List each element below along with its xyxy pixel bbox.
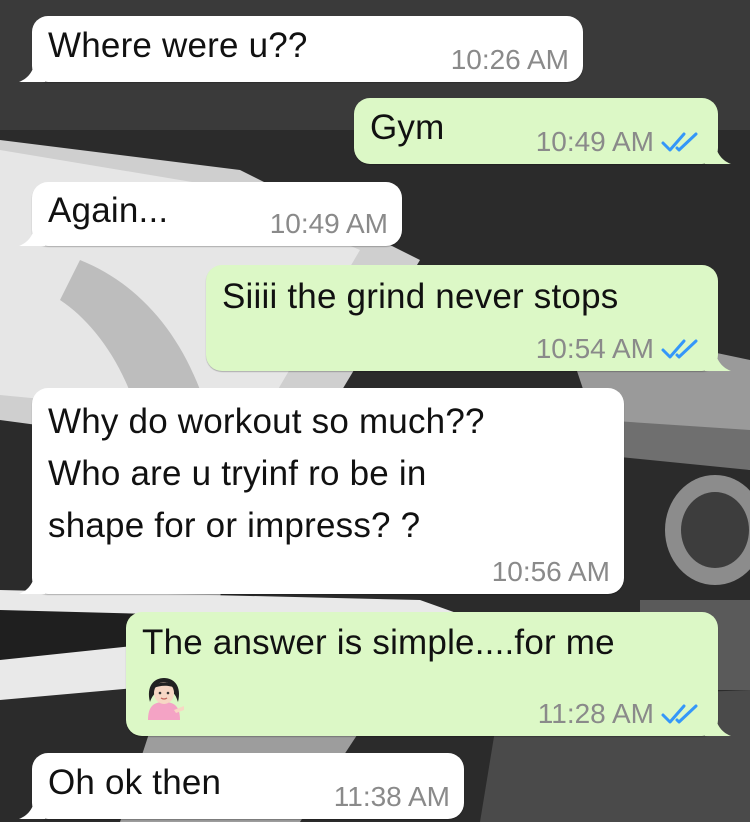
message-text: The answer is simple....for me (142, 623, 615, 662)
message-line: Why do workout so much?? (48, 402, 485, 441)
message-text: Siiii the grind never stops (222, 277, 619, 316)
message-time: 10:49 AM (269, 208, 388, 239)
message-time: 10:54 AM (535, 333, 654, 364)
bubble-tail (705, 345, 731, 371)
woman-tipping-hand-emoji (148, 678, 184, 720)
bubble-tail (19, 568, 45, 594)
bubble-tail (19, 56, 45, 82)
double-check-icon (661, 339, 698, 359)
message-incoming[interactable]: Where were u?? 10:26 AM (19, 16, 583, 82)
message-meta: 10:56 AM (492, 557, 610, 587)
double-check-icon (661, 132, 698, 152)
message-outgoing[interactable]: Siiii the grind never stops 10:54 AM (206, 265, 731, 371)
message-text: Where were u?? (48, 26, 308, 65)
message-line: shape for or impress? ? (48, 506, 421, 545)
message-time: 11:38 AM (333, 781, 450, 812)
message-outgoing[interactable]: The answer is simple....for me 11:28 AM (126, 612, 731, 736)
bubble-tail (19, 793, 45, 819)
bubble-tail (19, 220, 45, 246)
chat-view: Where were u?? 10:26 AM Gym 10:49 AM Aga… (0, 0, 750, 822)
message-time: 10:26 AM (450, 44, 569, 75)
message-incoming[interactable]: Oh ok then 11:38 AM (19, 753, 464, 819)
message-outgoing[interactable]: Gym 10:49 AM (354, 98, 731, 164)
message-meta: 10:49 AM (536, 127, 704, 157)
message-time: 10:56 AM (491, 556, 610, 587)
message-incoming[interactable]: Again... 10:49 AM (19, 182, 402, 246)
message-line: Who are u tryinf ro be in (48, 454, 427, 493)
message-text: Oh ok then (48, 763, 222, 802)
message-meta: 11:28 AM (538, 699, 704, 729)
message-text: Gym (370, 108, 445, 147)
message-body: Why do workout so much?? Who are u tryin… (48, 396, 485, 552)
bubble-tail (705, 138, 731, 164)
message-meta: 10:49 AM (270, 209, 388, 239)
bubble-tail (705, 710, 731, 736)
message-meta: 11:38 AM (334, 782, 450, 812)
message-meta: 10:26 AM (451, 45, 569, 75)
message-incoming[interactable]: Why do workout so much?? Who are u tryin… (19, 388, 624, 594)
message-text: Again... (48, 191, 169, 230)
message-time: 10:49 AM (535, 126, 654, 157)
double-check-icon (661, 704, 698, 724)
message-meta: 10:54 AM (536, 334, 704, 364)
message-time: 11:28 AM (537, 698, 654, 729)
